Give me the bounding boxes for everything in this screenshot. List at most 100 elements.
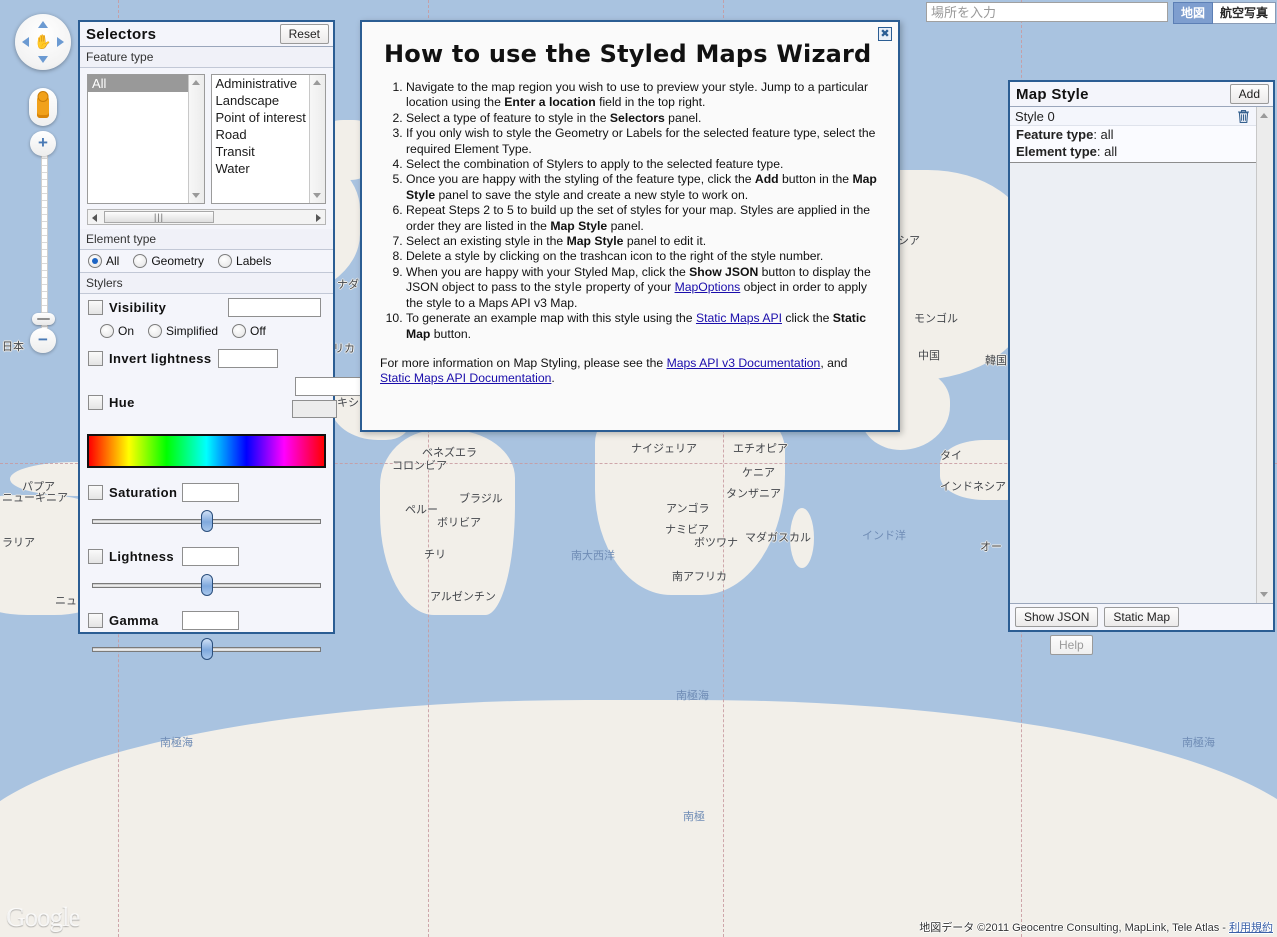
map-country-label: 南アフリカ [672,571,727,583]
scroll-left-icon[interactable] [92,214,97,222]
slider-thumb-saturation[interactable] [200,510,213,532]
horizontal-scroll-thumb[interactable]: ||| [104,211,214,223]
scroll-down-icon[interactable] [313,193,321,198]
dialog-step: If you only wish to style the Geometry o… [406,126,880,157]
zoom-slider-track[interactable] [41,152,48,334]
maptype-button-satellite[interactable]: 航空写真 [1212,2,1276,24]
feature-left-scrollbar[interactable] [187,75,204,203]
pan-right-icon[interactable] [57,37,64,47]
feature-option-point-of-interest[interactable]: Point of interest [212,109,326,126]
map-style-scrollbar[interactable] [1256,107,1273,603]
radio-element-geometry[interactable] [133,254,148,268]
styler-input-saturation[interactable] [182,482,239,502]
radio-visibility-off[interactable] [232,324,247,338]
map-country-label: 中国 [918,350,940,362]
trashcan-icon[interactable] [1236,108,1251,124]
hue-spectrum-bar[interactable] [87,434,326,468]
scroll-down-icon[interactable] [1260,592,1268,597]
scroll-up-icon[interactable] [191,80,200,85]
feature-right-scrollbar[interactable] [309,75,325,203]
scroll-down-icon[interactable] [191,193,200,198]
scroll-up-icon[interactable] [313,80,321,85]
zoom-out-button[interactable]: − [30,328,56,353]
style-entry-header[interactable]: Style 0 [1010,107,1256,126]
map-sea-label: 南極 [683,811,705,823]
show-json-button[interactable]: Show JSON [1015,607,1099,627]
map-style-panel-header: Map Style Add [1010,82,1273,107]
slider-gamma[interactable] [92,638,321,660]
maptype-button-map[interactable]: 地図 [1172,2,1213,24]
styler-label-visibility: Visibility [109,299,167,315]
pan-left-icon[interactable] [22,37,29,47]
feature-type-available-list[interactable]: Administrative Landscape Point of interest… [210,74,326,204]
pan-control[interactable]: ✋ [15,14,71,70]
help-button[interactable]: Help [1050,635,1093,655]
radio-label-element-labels: Labels [236,254,272,268]
styler-row-visibility: Visibility [80,294,333,320]
radio-visibility-simplified[interactable] [148,324,163,338]
feature-option-water[interactable]: Water [212,160,326,177]
pan-down-icon[interactable] [38,56,48,63]
checkbox-saturation[interactable] [88,484,103,500]
element-type-radio-group: All Geometry Labels [80,250,333,273]
feature-list-horizontal-scrollbar[interactable]: ||| [87,209,326,225]
checkbox-hue[interactable] [88,394,103,410]
close-icon[interactable]: ✖ [878,27,892,41]
static-map-button[interactable]: Static Map [1104,607,1180,627]
add-style-button[interactable]: Add [1229,84,1269,104]
slider-thumb-lightness[interactable] [200,574,213,596]
feature-option-transit[interactable]: Transit [212,143,326,160]
checkbox-gamma[interactable] [88,612,103,628]
styler-row-gamma: Gamma [80,606,333,634]
feature-type-selected-list[interactable]: All [87,74,205,204]
slider-saturation[interactable] [92,510,321,532]
checkbox-invert-lightness[interactable] [88,350,103,366]
hand-icon[interactable]: ✋ [34,34,51,51]
terms-of-use-link[interactable]: 利用規約 [1229,922,1273,934]
map-country-label: オー [980,541,1002,553]
map-sea-label: 南極海 [676,690,709,702]
slider-lightness[interactable] [92,574,321,596]
map-country-label: ケニア [742,467,775,479]
feature-option-all[interactable]: All [88,75,204,92]
zoom-slider-thumb[interactable] [32,313,55,325]
styler-label-hue: Hue [109,394,135,410]
radio-element-all[interactable] [88,254,102,268]
scroll-right-icon[interactable] [316,214,321,222]
radio-visibility-on[interactable] [100,324,114,338]
map-style-list: Style 0 Feature type: all Element type: … [1010,107,1256,603]
pan-up-icon[interactable] [38,21,48,28]
radio-element-labels[interactable] [218,254,233,268]
feature-type-lists: All Administrative Landscape Point of inte… [80,68,333,204]
feature-option-road[interactable]: Road [212,126,326,143]
map-attribution: 地図データ ©2011 Geocentre Consulting, MapLin… [919,919,1273,935]
checkbox-visibility[interactable] [88,299,103,315]
style-element-type-value: all [1104,144,1118,159]
pegman-streetview-icon[interactable] [29,88,57,126]
location-search-input[interactable] [925,2,1168,22]
dialog-step: To generate an example map with this sty… [406,311,880,342]
feature-type-label: Feature type [80,47,333,68]
style-element-type-row: Element type: all [1010,143,1256,162]
dialog-step: Once you are happy with the styling of t… [406,172,880,203]
styler-label-invert-lightness: Invert lightness [109,350,212,366]
styler-label-saturation: Saturation [109,484,178,500]
feature-option-landscape[interactable]: Landscape [212,92,326,109]
feature-option-administrative[interactable]: Administrative [212,75,326,92]
zoom-control[interactable]: + − [30,131,56,353]
styler-input-invert-lightness[interactable] [218,348,278,368]
scroll-up-icon[interactable] [1260,113,1268,118]
dialog-step: Delete a style by clicking on the trashc… [406,249,880,264]
styler-input-lightness[interactable] [182,546,239,566]
reset-button[interactable]: Reset [279,24,329,44]
map-country-label: ナダ [337,279,359,291]
checkbox-lightness[interactable] [88,548,103,564]
styler-input-gamma[interactable] [182,610,239,630]
dialog-step: Select the combination of Stylers to app… [406,157,880,172]
zoom-in-button[interactable]: + [30,131,56,156]
slider-thumb-gamma[interactable] [200,638,213,660]
style-entry[interactable]: Style 0 Feature type: all Element type: … [1010,107,1256,163]
map-style-footer: Show JSON Static Map [1010,603,1273,630]
styler-input-visibility[interactable] [228,297,321,317]
hue-color-swatch[interactable] [292,400,337,418]
